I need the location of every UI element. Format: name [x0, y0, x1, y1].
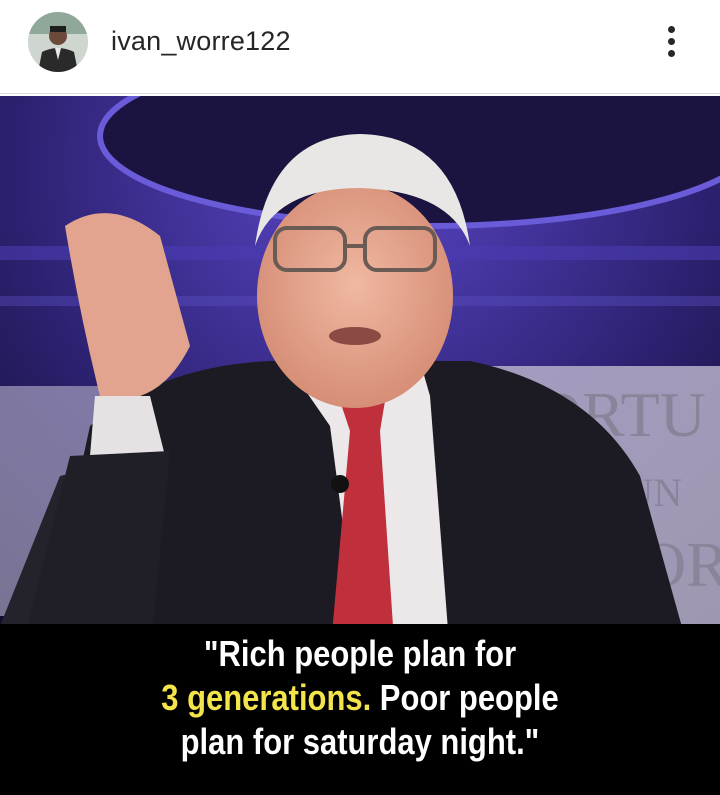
- more-options-button[interactable]: [654, 20, 690, 64]
- quote-line-2-rest: Poor people: [371, 677, 559, 718]
- more-vertical-icon: [668, 26, 675, 33]
- more-dot: [668, 38, 675, 45]
- quote-highlight: 3 generations.: [161, 677, 372, 718]
- quote-caption: "Rich people plan for 3 generations. Poo…: [50, 632, 669, 764]
- quote-line-2: 3 generations. Poor people: [50, 676, 669, 720]
- profile-avatar-icon: [28, 12, 88, 72]
- username[interactable]: ivan_worre122: [111, 26, 291, 57]
- post-header: ivan_worre122: [0, 0, 720, 94]
- more-dot: [668, 50, 675, 57]
- avatar[interactable]: [28, 12, 88, 72]
- quote-line-3: plan for saturday night.": [180, 721, 540, 762]
- quote-line-1: "Rich people plan for: [203, 633, 517, 674]
